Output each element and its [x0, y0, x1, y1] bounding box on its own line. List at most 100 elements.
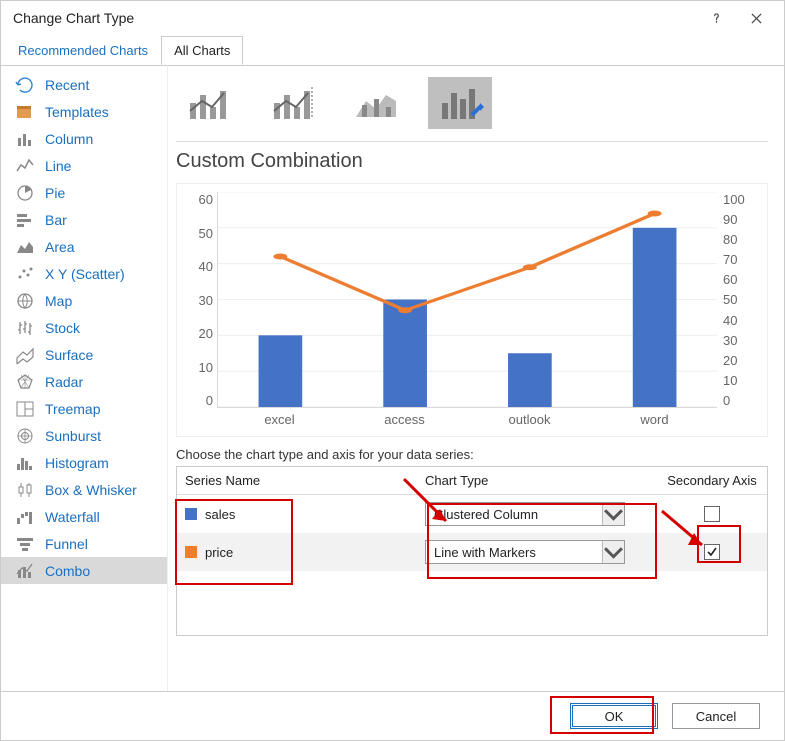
chart-type-select-sales[interactable]: Clustered Column: [425, 502, 625, 526]
sunburst-icon: [15, 427, 35, 445]
series-table-body: sales Clustered Column: [177, 495, 767, 635]
series-swatch: [185, 546, 197, 558]
sidebar-item-stock[interactable]: Stock: [1, 314, 167, 341]
help-button[interactable]: [696, 4, 736, 32]
sidebar-item-bar[interactable]: Bar: [1, 206, 167, 233]
close-icon: [751, 13, 762, 24]
sidebar-item-label: Bar: [45, 212, 67, 228]
series-name-label: sales: [205, 507, 235, 522]
sidebar-item-column[interactable]: Column: [1, 125, 167, 152]
sidebar-item-label: Sunburst: [45, 428, 101, 444]
tab-recommended[interactable]: Recommended Charts: [5, 36, 161, 65]
main-panel: Custom Combination 0102030405060 0102030…: [167, 65, 784, 691]
chart-category-sidebar: Recent Templates Column Line Pie Bar: [1, 65, 167, 691]
close-button[interactable]: [736, 4, 776, 32]
dialog-body: Recent Templates Column Line Pie Bar: [1, 65, 784, 692]
sidebar-item-label: Histogram: [45, 455, 109, 471]
sidebar-item-area[interactable]: Area: [1, 233, 167, 260]
sidebar-item-sunburst[interactable]: Sunburst: [1, 422, 167, 449]
stock-icon: [15, 319, 35, 337]
subtype-icon: [268, 83, 316, 123]
series-table-header: Series Name Chart Type Secondary Axis: [177, 467, 767, 495]
series-row-sales: sales Clustered Column: [177, 495, 767, 533]
chevron-down-icon: [602, 503, 624, 525]
secondary-axis-checkbox-sales[interactable]: [704, 506, 720, 522]
series-name-label: price: [205, 545, 233, 560]
sidebar-item-treemap[interactable]: Treemap: [1, 395, 167, 422]
series-row-price: price Line with Markers: [177, 533, 767, 571]
sidebar-item-label: X Y (Scatter): [45, 266, 125, 282]
sidebar-item-line[interactable]: Line: [1, 152, 167, 179]
ok-button[interactable]: OK: [570, 703, 658, 729]
combo-subtype-row: [176, 77, 768, 129]
sidebar-item-funnel[interactable]: Funnel: [1, 530, 167, 557]
sidebar-item-waterfall[interactable]: Waterfall: [1, 503, 167, 530]
sidebar-item-recent[interactable]: Recent: [1, 71, 167, 98]
titlebar: Change Chart Type: [1, 1, 784, 35]
sidebar-item-label: Recent: [45, 77, 89, 93]
sidebar-item-label: Line: [45, 158, 71, 174]
waterfall-icon: [15, 508, 35, 526]
subtype-clustered-column-line-secondary[interactable]: [260, 77, 324, 129]
checkmark-icon: [706, 546, 718, 558]
sidebar-item-map[interactable]: Map: [1, 287, 167, 314]
subtype-icon: [436, 83, 484, 123]
sidebar-item-label: Box & Whisker: [45, 482, 137, 498]
column-icon: [15, 130, 35, 148]
sidebar-item-label: Radar: [45, 374, 83, 390]
sidebar-item-label: Stock: [45, 320, 80, 336]
sidebar-item-combo[interactable]: Combo: [1, 557, 167, 584]
surface-icon: [15, 346, 35, 364]
secondary-axis-checkbox-price[interactable]: [704, 544, 720, 560]
sidebar-item-radar[interactable]: Radar: [1, 368, 167, 395]
plot-area: [218, 192, 717, 407]
sidebar-item-label: Templates: [45, 104, 109, 120]
choose-series-label: Choose the chart type and axis for your …: [176, 447, 768, 462]
dialog-title: Change Chart Type: [13, 10, 696, 26]
sidebar-item-label: Treemap: [45, 401, 101, 417]
sidebar-item-label: Column: [45, 131, 93, 147]
change-chart-type-dialog: Change Chart Type Recommended Charts All…: [0, 0, 785, 741]
chart-preview: 0102030405060 0102030405060708090100 exc…: [176, 183, 768, 437]
cancel-button[interactable]: Cancel: [672, 703, 760, 729]
chart-type-select-price[interactable]: Line with Markers: [425, 540, 625, 564]
histogram-icon: [15, 454, 35, 472]
sidebar-item-label: Map: [45, 293, 72, 309]
subtype-icon: [184, 83, 232, 123]
recent-icon: [15, 76, 35, 94]
map-icon: [15, 292, 35, 310]
chart-type-value: Line with Markers: [434, 545, 536, 560]
chart-type-value: Clustered Column: [434, 507, 538, 522]
area-icon: [15, 238, 35, 256]
sidebar-item-scatter[interactable]: X Y (Scatter): [1, 260, 167, 287]
sidebar-item-pie[interactable]: Pie: [1, 179, 167, 206]
bar-icon: [15, 211, 35, 229]
sidebar-item-histogram[interactable]: Histogram: [1, 449, 167, 476]
sidebar-item-label: Waterfall: [45, 509, 100, 525]
tab-strip: Recommended Charts All Charts: [1, 36, 784, 66]
subtype-custom-combination[interactable]: [428, 77, 492, 129]
subtype-icon: [352, 83, 400, 123]
subtype-stacked-area-column[interactable]: [344, 77, 408, 129]
series-swatch: [185, 508, 197, 520]
sidebar-item-templates[interactable]: Templates: [1, 98, 167, 125]
section-title: Custom Combination: [176, 150, 768, 173]
header-chart-type: Chart Type: [417, 467, 657, 494]
subtype-clustered-column-line[interactable]: [176, 77, 240, 129]
sidebar-item-label: Pie: [45, 185, 65, 201]
sidebar-item-label: Surface: [45, 347, 93, 363]
line-icon: [15, 157, 35, 175]
treemap-icon: [15, 400, 35, 418]
tab-all-charts[interactable]: All Charts: [161, 36, 243, 65]
sidebar-item-label: Area: [45, 239, 75, 255]
header-series-name: Series Name: [177, 467, 417, 494]
templates-icon: [15, 103, 35, 121]
x-axis-labels: excelaccessoutlookword: [217, 412, 717, 432]
boxwhisker-icon: [15, 481, 35, 499]
scatter-icon: [15, 265, 35, 283]
sidebar-item-surface[interactable]: Surface: [1, 341, 167, 368]
series-table: Series Name Chart Type Secondary Axis sa…: [176, 466, 768, 636]
sidebar-item-label: Funnel: [45, 536, 88, 552]
sidebar-item-boxwhisker[interactable]: Box & Whisker: [1, 476, 167, 503]
dialog-footer: OK Cancel: [1, 692, 784, 740]
